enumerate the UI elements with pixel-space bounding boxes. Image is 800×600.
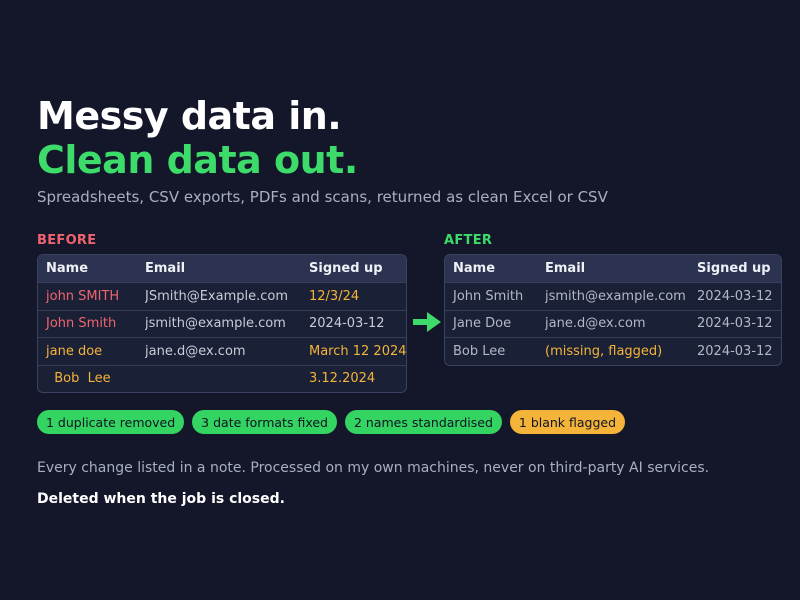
cell-name: John Smith bbox=[453, 288, 524, 304]
cell-email: jsmith@example.com bbox=[145, 316, 286, 332]
header-signed-up: Signed up bbox=[697, 261, 771, 276]
table-row: Bob Lee (missing, flagged) 2024-03-12 bbox=[445, 337, 781, 365]
header-name: Name bbox=[453, 261, 496, 276]
cell-signed-up: 2024-03-12 bbox=[697, 343, 773, 359]
after-label: AFTER bbox=[444, 233, 493, 248]
cell-name: john SMITH bbox=[46, 288, 120, 304]
after-table: Name Email Signed up John Smith jsmith@e… bbox=[444, 254, 782, 366]
table-row: Jane Doe jane.d@ex.com 2024-03-12 bbox=[445, 309, 781, 338]
header-signed-up: Signed up bbox=[309, 261, 383, 276]
header-email: Email bbox=[545, 261, 586, 276]
cell-email: jane.d@ex.com bbox=[145, 343, 246, 359]
badge-date-formats-fixed: 3 date formats fixed bbox=[192, 410, 337, 434]
cell-email: JSmith@Example.com bbox=[145, 288, 288, 304]
subtitle: Spreadsheets, CSV exports, PDFs and scan… bbox=[37, 188, 608, 206]
note-deleted: Deleted when the job is closed. bbox=[37, 491, 285, 507]
cell-email: (missing, flagged) bbox=[545, 343, 663, 359]
table-row: john SMITH JSmith@Example.com 12/3/24 bbox=[38, 282, 406, 310]
cell-email: jsmith@example.com bbox=[545, 288, 686, 304]
table-row: John Smith jsmith@example.com 2024-03-12 bbox=[445, 282, 781, 310]
table-row: John Smith jsmith@example.com 2024-03-12 bbox=[38, 309, 406, 338]
cell-name: John Smith bbox=[46, 316, 117, 332]
cell-signed-up: 12/3/24 bbox=[309, 288, 360, 304]
header-email: Email bbox=[145, 261, 186, 276]
cell-name: Bob Lee bbox=[453, 343, 506, 359]
cell-name: Bob Lee bbox=[46, 371, 111, 387]
before-table: Name Email Signed up john SMITH JSmith@E… bbox=[37, 254, 407, 393]
table-row: Bob Lee 3.12.2024 bbox=[38, 364, 406, 393]
table-header: Name Email Signed up bbox=[445, 255, 781, 282]
note-text: Every change listed in a note. Processed… bbox=[37, 460, 710, 476]
header-name: Name bbox=[46, 261, 89, 276]
cell-email: jane.d@ex.com bbox=[545, 316, 646, 332]
badge-blank-flagged: 1 blank flagged bbox=[509, 410, 626, 434]
cell-signed-up: 2024-03-12 bbox=[309, 316, 385, 332]
arrow-right-icon bbox=[413, 312, 441, 332]
badge-names-standardised: 2 names standardised bbox=[344, 410, 502, 434]
badge-duplicate-removed: 1 duplicate removed bbox=[37, 410, 185, 434]
table-row: jane doe jane.d@ex.com March 12 2024 bbox=[38, 337, 406, 365]
page: Messy data in. Clean data out. Spreadshe… bbox=[0, 0, 800, 600]
cell-signed-up: 3.12.2024 bbox=[309, 371, 376, 387]
table-header: Name Email Signed up bbox=[38, 255, 406, 282]
cell-name: Jane Doe bbox=[453, 316, 512, 332]
cell-signed-up: 2024-03-12 bbox=[697, 316, 773, 332]
before-label: BEFORE bbox=[37, 233, 97, 248]
cell-signed-up: March 12 2024 bbox=[309, 343, 406, 359]
headline-line2: Clean data out. bbox=[37, 138, 358, 182]
headline-line1: Messy data in. bbox=[37, 94, 342, 138]
cell-signed-up: 2024-03-12 bbox=[697, 288, 773, 304]
badge-list: 1 duplicate removed 3 date formats fixed… bbox=[37, 410, 626, 434]
cell-name: jane doe bbox=[46, 343, 103, 359]
